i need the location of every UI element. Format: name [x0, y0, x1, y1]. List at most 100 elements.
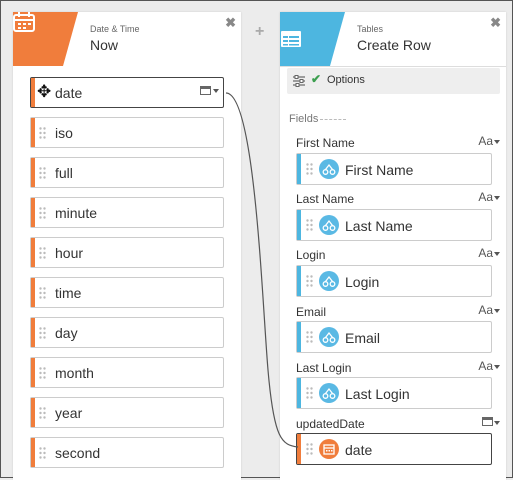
node-title: Create Row	[357, 37, 431, 53]
field-input-last-login[interactable]: Last Login	[296, 377, 492, 409]
node-header[interactable]: Date & Time Now ✖	[13, 12, 241, 67]
field-label: Email	[296, 305, 327, 319]
chevron-down-icon[interactable]	[494, 309, 500, 313]
node-subtitle: Tables	[357, 24, 384, 34]
output-label: time	[55, 285, 82, 301]
options-label: Options	[327, 74, 365, 86]
token-label: First Name	[345, 162, 414, 178]
options-toggle[interactable]: ✔ Options	[287, 68, 500, 94]
drag-handle-icon[interactable]	[306, 275, 313, 287]
output-item-month[interactable]: month	[30, 357, 224, 388]
output-color-bar	[31, 118, 35, 147]
output-item-time[interactable]: time	[30, 277, 224, 308]
add-step-icon[interactable]: +	[255, 23, 264, 41]
chevron-down-icon[interactable]	[494, 365, 500, 369]
output-color-bar	[31, 238, 35, 267]
chevron-down-icon[interactable]	[494, 196, 500, 200]
drag-handle-icon[interactable]	[39, 247, 46, 259]
field-color-bar	[297, 322, 301, 352]
field-input-last-name[interactable]: Last Name	[296, 209, 492, 241]
drag-handle-icon[interactable]	[39, 207, 46, 219]
close-icon[interactable]: ✖	[225, 15, 236, 31]
output-label: minute	[55, 205, 98, 221]
token-label: Login	[345, 274, 380, 290]
field-label: updatedDate	[296, 417, 365, 431]
drag-handle-icon[interactable]	[306, 331, 313, 343]
calendar-token-icon	[319, 439, 339, 459]
chevron-down-icon[interactable]	[494, 252, 500, 256]
token-label: Last Login	[345, 386, 410, 402]
drag-handle-icon[interactable]	[39, 127, 46, 139]
token-label: Last Name	[345, 218, 413, 234]
text-type-icon[interactable]: Aa	[478, 134, 493, 148]
output-item-year[interactable]: year	[30, 397, 224, 428]
output-item-date[interactable]: ✥ date	[30, 77, 224, 108]
field-input-updated-date[interactable]: date	[296, 433, 492, 465]
output-item-iso[interactable]: iso	[30, 117, 224, 148]
drag-handle-icon[interactable]	[39, 167, 46, 179]
output-item-day[interactable]: day	[30, 317, 224, 348]
chevron-down-icon[interactable]	[494, 140, 500, 144]
output-color-bar	[31, 278, 35, 307]
text-type-icon[interactable]: Aa	[478, 359, 493, 373]
token-icon	[319, 383, 339, 403]
drag-handle-icon[interactable]	[306, 443, 313, 455]
calendar-icon	[13, 12, 35, 32]
node-header[interactable]: Tables Create Row ✖	[280, 12, 506, 67]
field-input-first-name[interactable]: First Name	[296, 153, 492, 185]
drag-handle-icon[interactable]	[39, 447, 46, 459]
check-icon: ✔	[311, 72, 322, 86]
node-subtitle: Date & Time	[90, 24, 140, 34]
output-color-bar	[31, 398, 35, 427]
output-item-minute[interactable]: minute	[30, 197, 224, 228]
node-title: Now	[90, 37, 119, 53]
token-label: date	[345, 442, 373, 458]
text-type-icon[interactable]: Aa	[478, 190, 493, 204]
output-item-hour[interactable]: hour	[30, 237, 224, 268]
date-time-node[interactable]: Date & Time Now ✖ ✥ date iso full minute	[13, 12, 241, 480]
chevron-down-icon[interactable]	[494, 421, 500, 425]
token-icon	[319, 159, 339, 179]
field-input-login[interactable]: Login	[296, 265, 492, 297]
drag-handle-icon[interactable]	[39, 327, 46, 339]
divider	[320, 119, 346, 120]
calendar-type-icon[interactable]	[482, 416, 493, 426]
token-icon	[319, 327, 339, 347]
token-label: Email	[345, 330, 381, 346]
output-list: ✥ date iso full minute hour time day mon…	[13, 66, 241, 480]
field-color-bar	[297, 434, 301, 464]
fields-heading: Fields	[289, 113, 319, 125]
output-color-bar	[31, 198, 35, 227]
field-color-bar	[297, 266, 301, 296]
output-color-bar	[31, 358, 35, 387]
field-label: First Name	[296, 136, 355, 150]
field-input-email[interactable]: Email	[296, 321, 492, 353]
output-label: iso	[55, 125, 73, 141]
token-icon	[319, 215, 339, 235]
move-cursor-icon: ✥	[37, 82, 52, 101]
field-color-bar	[297, 154, 301, 184]
drag-handle-icon[interactable]	[306, 219, 313, 231]
output-color-bar	[31, 78, 35, 107]
output-item-full[interactable]: full	[30, 157, 224, 188]
output-item-second[interactable]: second	[30, 437, 224, 468]
drag-handle-icon[interactable]	[306, 387, 313, 399]
field-label: Login	[296, 248, 326, 262]
output-label: day	[55, 325, 78, 341]
output-label: date	[55, 85, 83, 101]
text-type-icon[interactable]: Aa	[478, 246, 493, 260]
field-label: Last Name	[296, 192, 355, 206]
field-color-bar	[297, 210, 301, 240]
chevron-down-icon[interactable]	[213, 89, 219, 93]
drag-handle-icon[interactable]	[39, 287, 46, 299]
output-label: hour	[55, 245, 84, 261]
output-label: month	[55, 365, 94, 381]
tables-create-row-node[interactable]: Tables Create Row ✖ ✔ Options Fields Fir…	[280, 12, 506, 480]
drag-handle-icon[interactable]	[39, 367, 46, 379]
text-type-icon[interactable]: Aa	[478, 303, 493, 317]
drag-handle-icon[interactable]	[306, 163, 313, 175]
token-icon	[319, 271, 339, 291]
table-icon	[281, 31, 301, 47]
close-icon[interactable]: ✖	[490, 15, 501, 31]
drag-handle-icon[interactable]	[39, 407, 46, 419]
